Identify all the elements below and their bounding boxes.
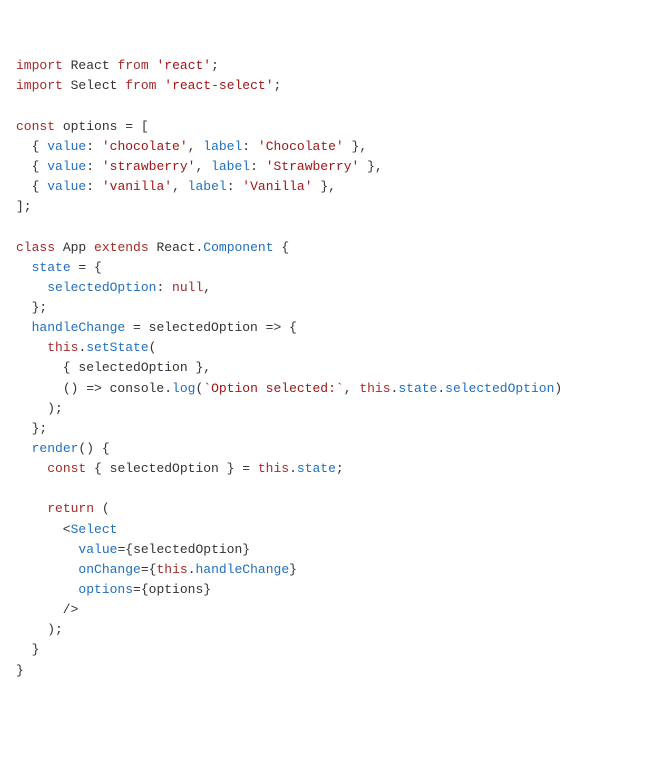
string-strawberry: 'strawberry'	[102, 159, 196, 174]
func-log: log	[172, 381, 195, 396]
jsx-attr-options: options	[78, 582, 133, 597]
string-strawberry-label: 'Strawberry'	[266, 159, 360, 174]
jsx-attr-value: value	[78, 542, 117, 557]
jsx-attr-onchange: onChange	[78, 562, 140, 577]
keyword-const: const	[16, 119, 55, 134]
close-brace: };	[16, 300, 47, 315]
keyword-const: const	[47, 461, 86, 476]
jsx-select-tag: Select	[71, 522, 118, 537]
member-selectedoption: selectedOption	[47, 280, 156, 295]
open-brace: {	[16, 159, 47, 174]
key-label: label	[203, 139, 242, 154]
ident-selectedoption: selectedOption	[110, 461, 219, 476]
key-value: value	[47, 179, 86, 194]
class-app: App	[63, 240, 86, 255]
member-selectedoption: selectedOption	[445, 381, 554, 396]
keyword-from: from	[125, 78, 156, 93]
semi: ;	[274, 78, 282, 93]
keyword-extends: extends	[94, 240, 149, 255]
ident-react: React	[156, 240, 195, 255]
keyword-import: import	[16, 58, 63, 73]
keyword-this: this	[47, 340, 78, 355]
key-value: value	[47, 159, 86, 174]
ident-console: console	[110, 381, 165, 396]
jsx-self-close: />	[16, 602, 78, 617]
open-brace: {	[16, 179, 47, 194]
string-chocolate-label: 'Chocolate'	[258, 139, 344, 154]
keyword-this: this	[359, 381, 390, 396]
ident-select: Select	[71, 78, 118, 93]
keyword-from: from	[117, 58, 148, 73]
param-selectedoption: selectedOption	[149, 320, 258, 335]
template-string: `Option selected:`	[203, 381, 343, 396]
string-react-select: 'react-select'	[164, 78, 273, 93]
keyword-return: return	[47, 501, 94, 516]
func-setstate: setState	[86, 340, 148, 355]
member-state: state	[297, 461, 336, 476]
close-brace: }	[16, 663, 24, 678]
semi: ;	[211, 58, 219, 73]
keyword-import: import	[16, 78, 63, 93]
member-state: state	[32, 260, 71, 275]
open-brace: {	[16, 139, 47, 154]
assign-bracket: = [	[117, 119, 148, 134]
ident-options: options	[63, 119, 118, 134]
close-paren: );	[16, 622, 63, 637]
member-handlechange: handleChange	[196, 562, 290, 577]
string-chocolate: 'chocolate'	[102, 139, 188, 154]
member-component: Component	[203, 240, 273, 255]
key-label: label	[211, 159, 250, 174]
key-label: label	[188, 179, 227, 194]
key-value: value	[47, 139, 86, 154]
member-state: state	[398, 381, 437, 396]
string-vanilla-label: 'Vanilla'	[242, 179, 312, 194]
code-block: import React from 'react'; import Select…	[16, 56, 629, 680]
string-vanilla: 'vanilla'	[102, 179, 172, 194]
close-brace: };	[16, 421, 47, 436]
string-react: 'react'	[156, 58, 211, 73]
keyword-this: this	[258, 461, 289, 476]
ident-selectedoption: selectedOption	[78, 360, 187, 375]
close-brace: }	[16, 642, 39, 657]
ident-react: React	[71, 58, 110, 73]
close-paren: );	[16, 401, 63, 416]
close-bracket: ];	[16, 199, 32, 214]
keyword-null: null	[172, 280, 203, 295]
member-handlechange: handleChange	[32, 320, 126, 335]
keyword-class: class	[16, 240, 55, 255]
func-render: render	[32, 441, 79, 456]
keyword-this: this	[156, 562, 187, 577]
